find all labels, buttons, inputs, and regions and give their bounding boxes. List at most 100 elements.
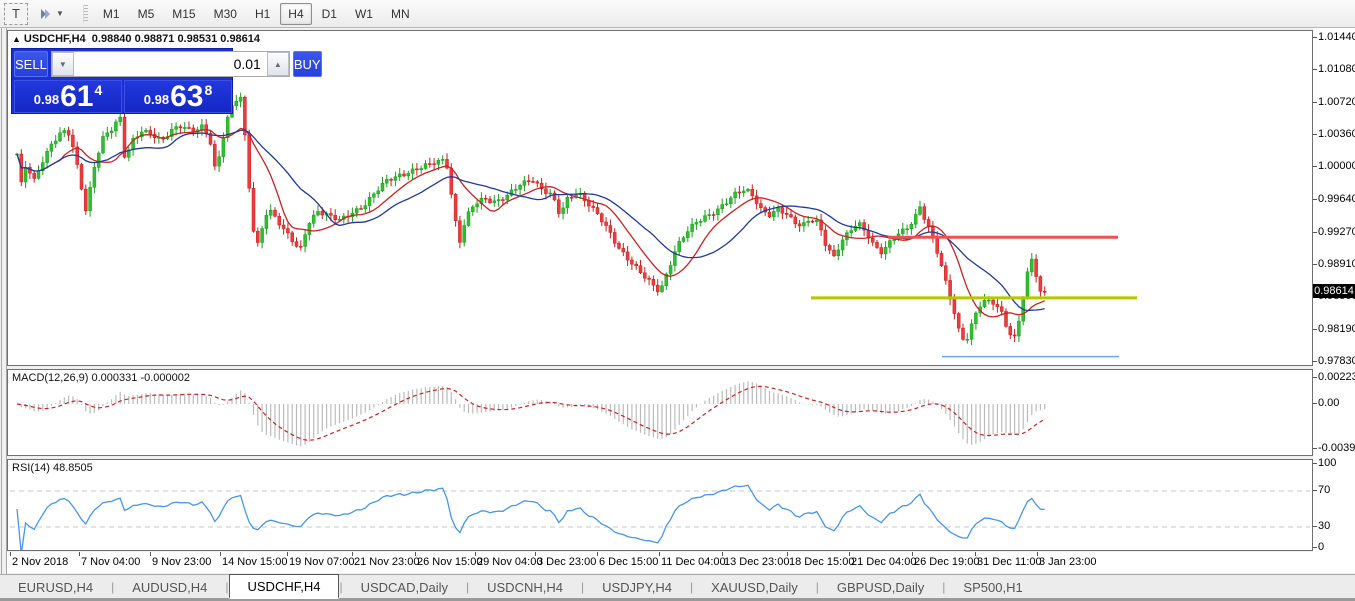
timeframe-button-m15[interactable]: M15 [164,3,203,25]
price-axis-label: 1.00360 [1318,128,1355,140]
volume-control: ▼ ▲ [51,51,290,77]
cursor-mode-button[interactable]: ▼ [29,3,72,25]
toolbar-grip[interactable] [83,5,88,23]
macd-title: MACD(12,26,9) 0.000331 -0.000002 [12,372,190,384]
time-axis-label: 13 Dec 23:00 [724,556,789,568]
chart-tab-sp500[interactable]: SP500,H1 [945,576,1040,598]
buy-button[interactable]: BUY [293,51,322,77]
chart-ohlc-title: ▲USDCHF,H4 0.98840 0.98871 0.98531 0.986… [12,33,260,45]
chart-tab-usdchf[interactable]: USDCHF,H4 [229,574,340,599]
axis-tick [1313,547,1317,548]
timeframe-button-mn[interactable]: MN [383,3,418,25]
chart-symbol: USDCHF,H4 [24,33,86,45]
time-tick [659,552,660,556]
time-tick [220,552,221,556]
chart-tab-audusd[interactable]: AUDUSD,H4 [114,576,225,598]
main-chart-pane[interactable]: ▲USDCHF,H4 0.98840 0.98871 0.98531 0.986… [7,30,1313,366]
time-axis-label: 6 Dec 15:00 [599,556,658,568]
chart-tab-usdcad[interactable]: USDCAD,Daily [343,576,466,598]
time-tick [722,552,723,556]
timeframe-button-h4[interactable]: H4 [280,3,311,25]
rsi-pane[interactable]: RSI(14) 48.8505 [7,459,1313,551]
time-tick [79,552,80,556]
time-axis-label: 26 Nov 15:00 [417,556,482,568]
macd-pane[interactable]: MACD(12,26,9) 0.000331 -0.000002 [7,369,1313,456]
time-tick [597,552,598,556]
sell-price-button[interactable]: 0.98 61 4 [14,80,122,113]
rsi-axis-label: 70 [1318,484,1330,496]
timeframe-button-m1[interactable]: M1 [95,3,128,25]
time-axis-label: 21 Nov 23:00 [354,556,419,568]
timeframe-button-w1[interactable]: W1 [347,3,381,25]
axis-tick [1313,199,1317,200]
timeframe-button-h1[interactable]: H1 [247,3,278,25]
price-axis-label: 1.01440 [1318,31,1355,43]
chart-tab-usdjpy[interactable]: USDJPY,H4 [584,576,690,598]
time-tick [150,552,151,556]
ohlc-open: 0.98840 [92,33,132,45]
volume-decrease-button[interactable]: ▼ [52,52,74,76]
price-axis-label: 0.99640 [1318,193,1355,205]
axis-tick [1313,69,1317,70]
macd-axis-label: 0.002239 [1318,371,1355,383]
buy-price-button[interactable]: 0.98 63 8 [124,80,232,113]
axis-tick [1313,166,1317,167]
axis-tick [1313,232,1317,233]
macd-label: MACD(12,26,9) [12,372,88,384]
chart-tab-gbpusd[interactable]: GBPUSD,Daily [819,576,942,598]
timeframe-button-m30[interactable]: M30 [206,3,245,25]
chart-tab-xauusd[interactable]: XAUUSD,Daily [693,576,816,598]
axis-tick [1313,403,1317,404]
rsi-label: RSI(14) [12,462,50,474]
price-axis-label: 0.98190 [1318,323,1355,335]
time-axis-label: 31 Dec 11:00 [977,556,1042,568]
time-axis: 2 Nov 20187 Nov 04:009 Nov 23:0014 Nov 1… [7,552,1313,573]
sell-price-pip: 4 [94,82,102,98]
time-tick [535,552,536,556]
volume-increase-button[interactable]: ▲ [267,52,289,76]
time-axis-label: 3 Dec 23:00 [537,556,596,568]
time-tick [912,552,913,556]
time-tick [1037,552,1038,556]
rsi-axis-label: 100 [1318,457,1336,469]
time-axis-label: 3 Jan 23:00 [1039,556,1097,568]
axis-tick [1313,377,1317,378]
price-axis-label: 0.97830 [1318,355,1355,367]
axis-tick [1313,102,1317,103]
rsi-axis-label: 0 [1318,541,1324,553]
chart-tab-eurusd[interactable]: EURUSD,H4 [0,576,111,598]
axis-tick [1313,490,1317,491]
timeframe-button-d1[interactable]: D1 [314,3,345,25]
text-tool-button[interactable]: T [4,3,28,25]
rsi-axis-label: 30 [1318,520,1330,532]
one-click-trade-panel: SELL ▼ ▲ BUY 0.98 61 4 0.98 63 8 [11,48,233,114]
sell-button[interactable]: SELL [14,51,48,77]
volume-input[interactable] [74,56,267,72]
ohlc-high: 0.98871 [135,33,175,45]
time-tick [787,552,788,556]
time-tick [352,552,353,556]
timeframe-button-m5[interactable]: M5 [130,3,163,25]
window-left-edge [0,28,7,601]
axis-tick [1313,463,1317,464]
axis-tick [1313,448,1317,449]
sell-price-prefix: 0.98 [34,92,59,107]
time-axis-label: 19 Nov 07:00 [289,556,354,568]
buy-price-prefix: 0.98 [144,92,169,107]
time-axis-label: 2 Nov 2018 [12,556,68,568]
symbol-up-triangle-icon: ▲ [12,34,21,44]
axis-tick [1313,134,1317,135]
time-axis-label: 21 Dec 04:00 [851,556,916,568]
macd-axis-label: -0.003901 [1318,442,1355,454]
sell-price-main: 61 [60,84,93,110]
time-axis-label: 14 Nov 15:00 [222,556,287,568]
chart-tab-bar: EURUSD,H4|AUDUSD,H4|USDCHF,H4|USDCAD,Dai… [0,574,1355,601]
macd-value-main: 0.000331 [91,372,137,384]
rsi-title: RSI(14) 48.8505 [12,462,93,474]
rsi-value: 48.8505 [53,462,93,474]
chart-tab-usdcnh[interactable]: USDCNH,H4 [469,576,581,598]
ohlc-close: 0.98614 [220,33,260,45]
macd-value-signal: -0.000002 [140,372,190,384]
price-axis-column: 1.014401.010801.007201.003601.000000.996… [1313,28,1355,573]
time-axis-label: 18 Dec 15:00 [789,556,854,568]
